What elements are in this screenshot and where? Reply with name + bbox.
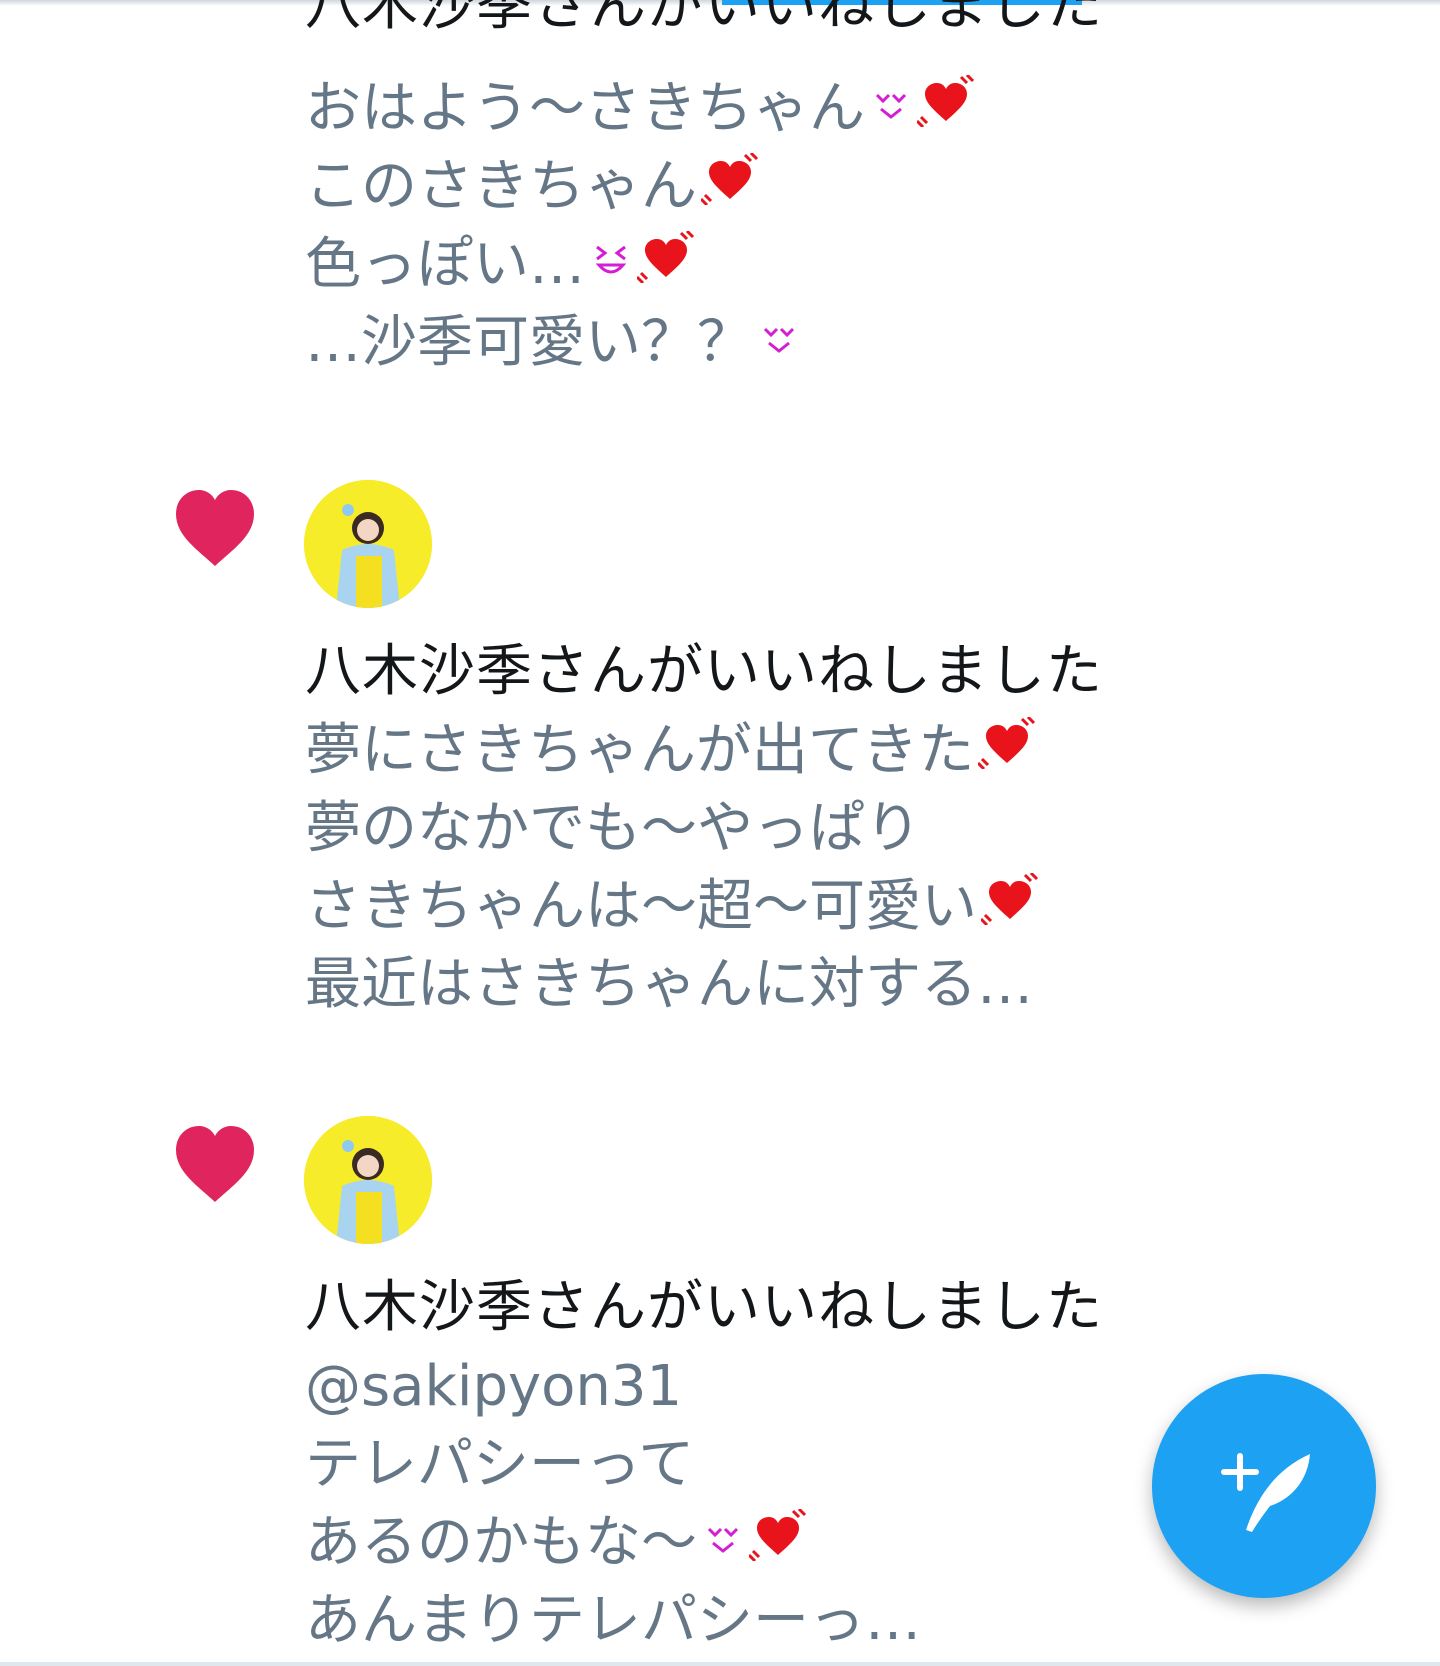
revolving-heart-emoji: [699, 148, 759, 226]
liked-by-text: 八木沙季さんがいいねしました: [305, 1275, 1103, 1340]
heart-icon: [176, 490, 254, 566]
liked-by-text: 八木沙季さんがいいねしました: [305, 639, 1103, 704]
tweet-line: あんまりテレパシーっ…: [305, 1588, 921, 1653]
tweet-line: 夢にさきちゃんが出てきた: [305, 718, 975, 783]
grin-squint-emoji: [589, 226, 633, 304]
liked-by-text: 八木沙季さんがいいねしました: [305, 0, 1103, 38]
tweet-text[interactable]: @sakipyon31 テレパシーって あるのかもな〜 あんまりテレパシーっ…: [305, 1348, 921, 1660]
tweet-line: このさきちゃん: [305, 154, 697, 219]
revolving-heart-emoji: [747, 1504, 807, 1582]
tweet-line: …沙季可愛い？？: [305, 310, 753, 375]
tweet-line: 夢のなかでも〜やっぱり: [305, 796, 921, 861]
revolving-heart-emoji: [977, 712, 1036, 790]
tweet-line: おはよう〜さきちゃん: [305, 76, 865, 141]
tweet-line: あるのかもな〜: [305, 1510, 697, 1575]
smile-emoji: [757, 304, 801, 382]
compose-tweet-button[interactable]: [1152, 1374, 1376, 1598]
avatar[interactable]: [304, 480, 432, 608]
tweet-text[interactable]: 夢にさきちゃんが出てきた 夢のなかでも〜やっぱり さきちゃんは〜超〜可愛い 最近…: [305, 712, 1039, 1024]
avatar[interactable]: [304, 1116, 432, 1244]
tweet-text[interactable]: おはよう〜さきちゃん このさきちゃん 色っぽい… …沙季可愛い？？: [305, 70, 975, 382]
heart-icon: [176, 1126, 254, 1202]
revolving-heart-emoji: [635, 226, 695, 304]
smile-emoji: [869, 70, 913, 148]
revolving-heart-emoji: [979, 868, 1039, 946]
notification-item[interactable]: 八木沙季さんがいいねしました おはよう〜さきちゃん このさきちゃん 色っぽい…: [0, 0, 1440, 392]
compose-tweet-icon: [1221, 1453, 1310, 1532]
tweet-line: さきちゃんは〜超〜可愛い: [305, 874, 977, 939]
tweet-line: テレパシーって: [305, 1432, 695, 1497]
smile-emoji: [701, 1504, 745, 1582]
tweet-line: 色っぽい…: [305, 232, 585, 297]
revolving-heart-emoji: [915, 70, 975, 148]
bottom-divider: [0, 1662, 1440, 1666]
tweet-line: 最近はさきちゃんに対する…: [305, 952, 1033, 1017]
mention-link[interactable]: @sakipyon31: [305, 1348, 682, 1426]
